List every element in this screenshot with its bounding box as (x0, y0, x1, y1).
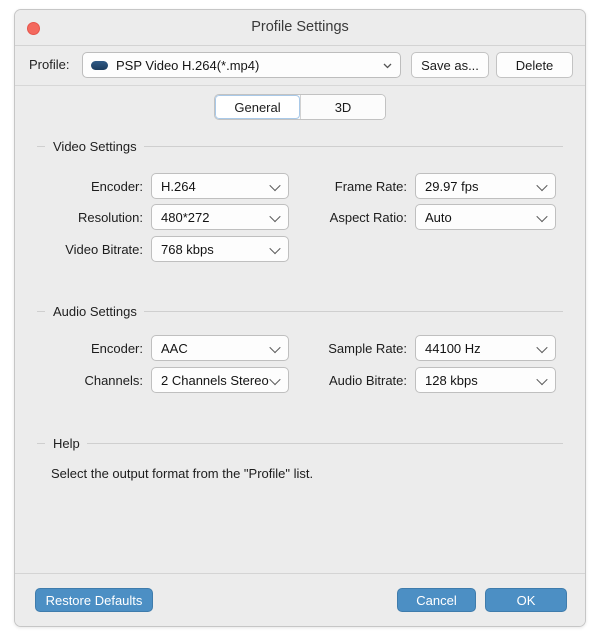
field-aspect-ratio: Aspect Ratio: Auto (305, 204, 556, 230)
aspect-ratio-label: Aspect Ratio: (329, 209, 407, 225)
profile-settings-dialog: Profile Settings Profile: PSP Video H.26… (14, 9, 586, 627)
cancel-button[interactable]: Cancel (397, 588, 476, 612)
tab-group: General 3D (214, 94, 386, 120)
audio-channels-label: Channels: (84, 372, 143, 388)
video-encoder-dropdown[interactable]: H.264 (151, 173, 289, 199)
group-rule-left (37, 145, 45, 147)
video-encoder-label: Encoder: (90, 178, 143, 194)
field-video-resolution: Resolution: 480*272 (37, 204, 289, 230)
aspect-ratio-dropdown[interactable]: Auto (415, 204, 556, 230)
field-video-bitrate: Video Bitrate: 768 kbps (37, 236, 289, 262)
footer: Restore Defaults Cancel OK (15, 573, 585, 626)
field-frame-rate: Frame Rate: 29.97 fps (305, 173, 556, 199)
video-settings-header: Video Settings (37, 138, 563, 154)
delete-button[interactable]: Delete (496, 52, 573, 78)
audio-encoder-label: Encoder: (90, 340, 143, 356)
sample-rate-dropdown[interactable]: 44100 Hz (415, 335, 556, 361)
group-rule-left (37, 442, 45, 444)
help-header: Help (37, 435, 563, 451)
field-audio-bitrate: Audio Bitrate: 128 kbps (305, 367, 556, 393)
group-rule-left (37, 310, 45, 312)
audio-settings-title: Audio Settings (53, 303, 137, 319)
audio-channels-dropdown[interactable]: 2 Channels Stereo (151, 367, 289, 393)
help-title: Help (53, 435, 80, 451)
profile-label: Profile: (29, 57, 70, 72)
psp-device-icon (91, 60, 108, 70)
video-resolution-label: Resolution: (77, 209, 143, 225)
audio-bitrate-dropdown[interactable]: 128 kbps (415, 367, 556, 393)
audio-bitrate-label: Audio Bitrate: (328, 372, 407, 388)
help-group: Help (37, 435, 563, 451)
save-as-button[interactable]: Save as... (411, 52, 489, 78)
video-bitrate-label: Video Bitrate: (65, 241, 143, 257)
ok-button[interactable]: OK (485, 588, 567, 612)
profile-row: Profile: PSP Video H.264(*.mp4) Save as.… (15, 46, 585, 86)
sample-rate-label: Sample Rate: (328, 340, 407, 356)
frame-rate-dropdown[interactable]: 29.97 fps (415, 173, 556, 199)
video-settings-title: Video Settings (53, 138, 137, 154)
profile-value: PSP Video H.264(*.mp4) (116, 57, 260, 73)
video-settings-group: Video Settings (37, 138, 563, 154)
audio-encoder-dropdown[interactable]: AAC (151, 335, 289, 361)
restore-defaults-button[interactable]: Restore Defaults (35, 588, 153, 612)
help-text: Select the output format from the "Profi… (51, 466, 314, 481)
group-rule (143, 310, 563, 312)
audio-settings-header: Audio Settings (37, 303, 563, 319)
dialog-title: Profile Settings (251, 19, 349, 35)
audio-settings-group: Audio Settings (37, 303, 563, 319)
field-audio-channels: Channels: 2 Channels Stereo (37, 367, 289, 393)
tab-general[interactable]: General (215, 95, 300, 119)
frame-rate-label: Frame Rate: (334, 178, 407, 194)
tab-3d[interactable]: 3D (300, 95, 385, 119)
group-rule (86, 442, 563, 444)
field-audio-encoder: Encoder: AAC (37, 335, 289, 361)
field-video-encoder: Encoder: H.264 (37, 173, 289, 199)
profile-dropdown[interactable]: PSP Video H.264(*.mp4) (82, 52, 401, 78)
video-bitrate-dropdown[interactable]: 768 kbps (151, 236, 289, 262)
field-sample-rate: Sample Rate: 44100 Hz (305, 335, 556, 361)
group-rule (143, 145, 563, 147)
video-resolution-dropdown[interactable]: 480*272 (151, 204, 289, 230)
chevron-down-icon (383, 63, 392, 68)
tab-bar: General 3D (15, 86, 585, 128)
titlebar: Profile Settings (15, 10, 585, 46)
